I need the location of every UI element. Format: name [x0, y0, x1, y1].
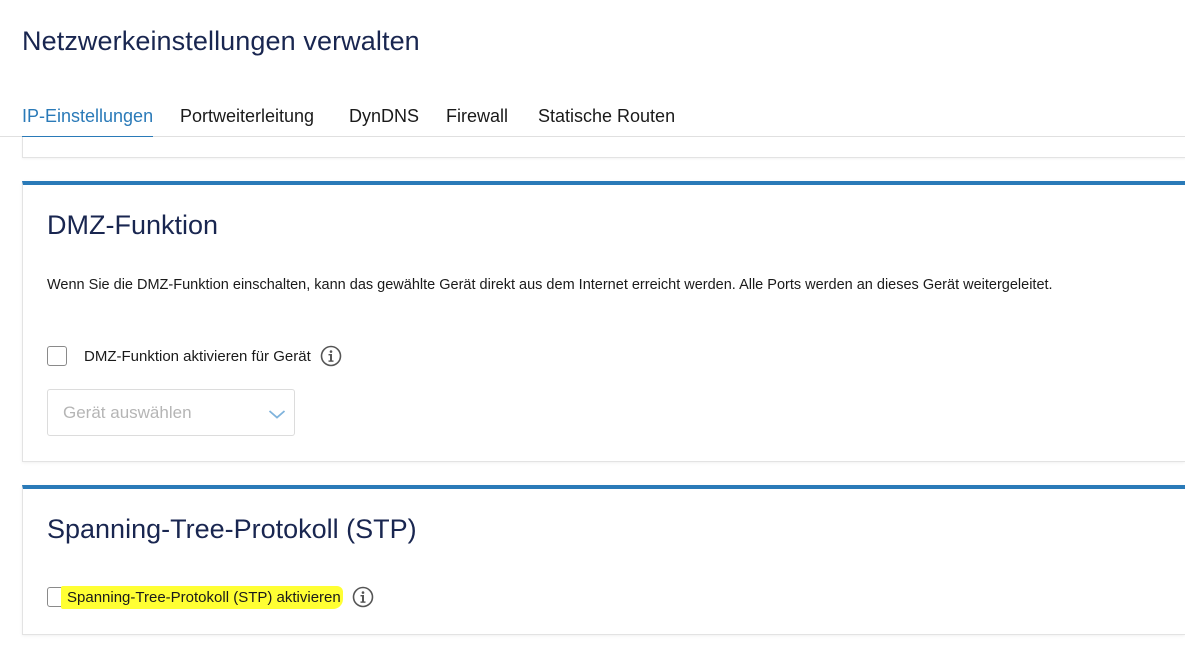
dmz-checkbox-row: DMZ-Funktion aktivieren für Gerät — [47, 344, 342, 368]
dmz-checkbox-label[interactable]: DMZ-Funktion aktivieren für Gerät — [84, 348, 311, 365]
stp-title: Spanning-Tree-Protokoll (STP) — [47, 514, 417, 544]
device-select-placeholder: Gerät auswählen — [63, 403, 192, 422]
tab-bar: IP-Einstellungen Portweiterleitung DynDN… — [0, 96, 1185, 138]
info-circle-icon[interactable] — [320, 345, 342, 367]
chevron-down-icon — [268, 407, 286, 419]
tab-dyndns[interactable]: DynDNS — [349, 106, 419, 136]
dmz-title: DMZ-Funktion — [47, 210, 219, 240]
tab-statische-routen[interactable]: Statische Routen — [538, 106, 675, 136]
device-select[interactable]: Gerät auswählen — [47, 389, 295, 436]
stp-checkbox-label[interactable]: Spanning-Tree-Protokoll (STP) aktivieren — [61, 585, 343, 609]
info-circle-icon[interactable] — [352, 586, 374, 608]
tab-firewall[interactable]: Firewall — [446, 106, 508, 136]
tab-portweiterleitung[interactable]: Portweiterleitung — [180, 106, 314, 136]
dmz-description: Wenn Sie die DMZ-Funktion einschalten, k… — [47, 277, 1053, 293]
dmz-checkbox[interactable] — [47, 346, 67, 366]
dmz-card: DMZ-Funktion Wenn Sie die DMZ-Funktion e… — [22, 181, 1185, 462]
page-title: Netzwerkeinstellungen verwalten — [22, 26, 420, 56]
tab-ip-einstellungen[interactable]: IP-Einstellungen — [22, 106, 154, 138]
stp-card: Spanning-Tree-Protokoll (STP) Spanning-T… — [22, 485, 1185, 635]
stp-checkbox-row: Spanning-Tree-Protokoll (STP) aktivieren — [47, 585, 374, 609]
previous-card-bottom — [22, 137, 1185, 158]
